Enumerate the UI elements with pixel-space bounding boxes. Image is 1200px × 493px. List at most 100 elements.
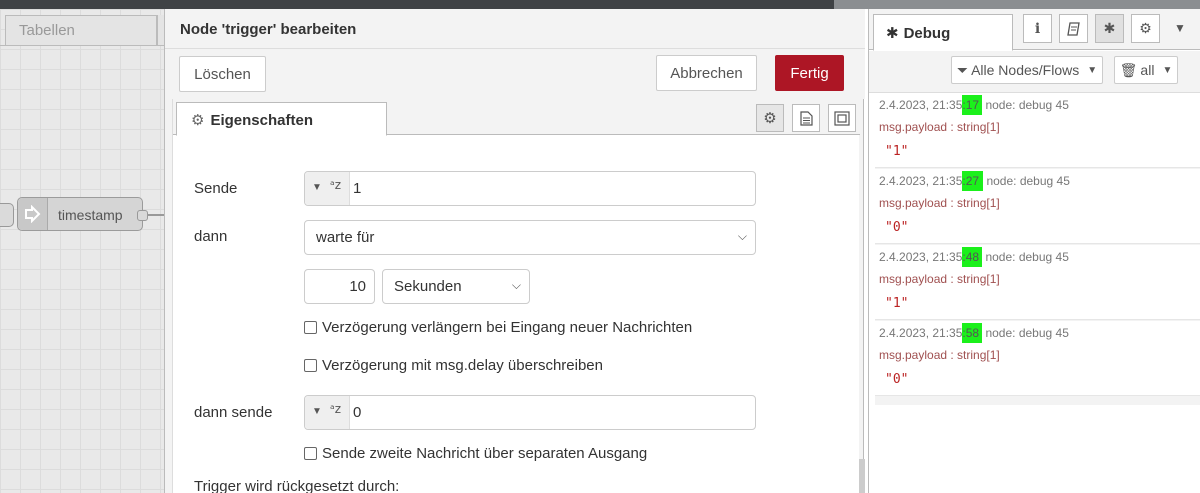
node-label: timestamp — [58, 207, 123, 223]
inject-arrow-icon — [18, 198, 48, 230]
debug-message[interactable]: 2.4.2023, 21:35:48 node: debug 45 msg.pa… — [875, 245, 1200, 320]
then-send-value-input[interactable]: ▼ ᵃz 0 — [304, 395, 756, 430]
debug-message-list: 2.4.2023, 21:35:17 node: debug 45 msg.pa… — [875, 93, 1200, 405]
checkbox-box[interactable] — [304, 321, 317, 334]
settings-gear-icon[interactable]: ⚙ — [756, 104, 784, 132]
debug-sidebar: ✱ Debug i ✱ ⚙ ▼ ⏷ Alle Nodes/Flows ▼ 🗑 al… — [868, 9, 1200, 493]
caret-down-icon: ▼ — [312, 406, 322, 417]
message-node-link[interactable]: node: debug 45 — [986, 174, 1069, 188]
header-right-area — [834, 0, 1200, 9]
workspace-tab-next[interactable] — [157, 15, 164, 45]
checkbox-box[interactable] — [304, 447, 317, 460]
tray-body: ⚙ Eigenschaften ⚙ Sende ▼ ᵃz 1 dann warte … — [172, 99, 860, 493]
tab-properties-label: Eigenschaften — [210, 112, 313, 129]
send-value: 1 — [353, 180, 362, 197]
debug-message[interactable]: 2.4.2023, 21:35:17 node: debug 45 msg.pa… — [875, 93, 1200, 168]
reset-label: Trigger wird rückgesetzt durch: — [194, 478, 400, 493]
upstream-node[interactable] — [0, 203, 14, 227]
message-timestamp: 2.4.2023, 21:35 — [879, 98, 963, 112]
then-select[interactable]: warte für ⌵ — [304, 220, 756, 255]
bug-icon: ✱ — [886, 25, 899, 42]
message-path[interactable]: msg.payload : string[1] — [879, 196, 1000, 210]
flow-workspace[interactable]: Tabellen timestamp — [0, 9, 164, 493]
message-payload: "1" — [885, 144, 909, 159]
debug-bug-icon[interactable]: ✱ — [1095, 14, 1124, 43]
timestamp-seconds-highlight: :58 — [962, 323, 983, 343]
tab-properties[interactable]: ⚙ Eigenschaften — [176, 102, 387, 136]
duration-unit-value: Sekunden — [394, 278, 462, 295]
cancel-button[interactable]: Abbrechen — [656, 55, 757, 91]
message-node-link[interactable]: node: debug 45 — [985, 326, 1068, 340]
delete-button[interactable]: Löschen — [179, 56, 266, 92]
second-output-label: Sende zweite Nachricht über separaten Au… — [322, 445, 648, 462]
checkbox-box[interactable] — [304, 359, 317, 372]
caret-down-icon: ▼ — [1087, 64, 1098, 76]
message-path[interactable]: msg.payload : string[1] — [879, 272, 1000, 286]
message-node-link[interactable]: node: debug 45 — [985, 98, 1068, 112]
then-send-value: 0 — [353, 404, 362, 421]
tab-debug-label: Debug — [903, 25, 951, 42]
filter-nodes-dropdown[interactable]: ⏷ Alle Nodes/Flows ▼ — [951, 56, 1103, 84]
chevron-down-icon: ⌵ — [737, 229, 747, 243]
timestamp-seconds-highlight: :27 — [962, 171, 984, 191]
timestamp-seconds-highlight: :48 — [962, 247, 983, 267]
info-icon[interactable]: i — [1023, 14, 1052, 43]
type-selector[interactable]: ▼ ᵃz — [305, 172, 350, 205]
message-path[interactable]: msg.payload : string[1] — [879, 120, 1000, 134]
string-type-icon: ᵃz — [330, 402, 341, 416]
appearance-frame-icon[interactable] — [828, 104, 856, 132]
chevron-down-icon: ⌵ — [511, 278, 521, 292]
then-send-label: dann sende — [194, 404, 273, 421]
extend-delay-label: Verzögerung verlängern bei Eingang neuer… — [322, 319, 693, 336]
gear-icon: ⚙ — [191, 112, 205, 129]
override-delay-checkbox[interactable]: Verzögerung mit msg.delay überschreiben — [304, 357, 603, 374]
workspace-tab-label: Tabellen — [19, 22, 75, 39]
message-timestamp: 2.4.2023, 21:35 — [879, 174, 963, 188]
trash-icon: 🗑 — [1119, 61, 1138, 78]
book-icon[interactable] — [1059, 14, 1088, 43]
string-type-icon: ᵃz — [330, 178, 341, 192]
duration-input[interactable]: 10 — [304, 269, 375, 304]
debug-message[interactable]: 2.4.2023, 21:35:58 node: debug 45 msg.pa… — [875, 321, 1200, 396]
node-edit-tray: Node 'trigger' bearbeiten Löschen Abbrec… — [164, 9, 865, 493]
filter-label: Alle Nodes/Flows — [971, 62, 1080, 78]
properties-tabbar: ⚙ Eigenschaften ⚙ — [173, 99, 860, 136]
sidebar-menu-caret-icon[interactable]: ▼ — [1174, 21, 1186, 35]
top-header-bar — [0, 0, 1200, 9]
node-wire — [147, 214, 164, 216]
send-label: Sende — [194, 180, 238, 197]
message-meta: 2.4.2023, 21:35:27 node: debug 45 — [879, 171, 1070, 191]
clear-label: all — [1140, 62, 1155, 78]
send-value-input[interactable]: ▼ ᵃz 1 — [304, 171, 756, 206]
description-document-icon[interactable] — [792, 104, 820, 132]
override-delay-label: Verzögerung mit msg.delay überschreiben — [322, 357, 603, 374]
extend-delay-checkbox[interactable]: Verzögerung verlängern bei Eingang neuer… — [304, 319, 692, 336]
timestamp-node[interactable]: timestamp — [17, 197, 143, 231]
caret-down-icon: ▼ — [312, 182, 322, 193]
workspace-tabbar-divider — [0, 45, 164, 46]
sidebar-tabbar: ✱ Debug i ✱ ⚙ ▼ — [869, 9, 1200, 51]
message-node-link[interactable]: node: debug 45 — [985, 250, 1068, 264]
message-meta: 2.4.2023, 21:35:48 node: debug 45 — [879, 247, 1069, 267]
second-output-checkbox[interactable]: Sende zweite Nachricht über separaten Au… — [304, 445, 647, 462]
done-button[interactable]: Fertig — [775, 55, 844, 91]
debug-toolbar: ⏷ Alle Nodes/Flows ▼ 🗑 all ▼ — [869, 51, 1200, 93]
message-path[interactable]: msg.payload : string[1] — [879, 348, 1000, 362]
caret-down-icon: ▼ — [1162, 64, 1173, 76]
message-payload: "1" — [885, 296, 909, 311]
settings-gear-icon[interactable]: ⚙ — [1131, 14, 1160, 43]
tray-title: Node 'trigger' bearbeiten — [180, 21, 357, 38]
workspace-tab[interactable]: Tabellen — [5, 15, 157, 45]
tray-resize-handle[interactable] — [859, 459, 865, 493]
message-timestamp: 2.4.2023, 21:35 — [879, 326, 963, 340]
tab-debug[interactable]: ✱ Debug — [873, 14, 1013, 51]
message-meta: 2.4.2023, 21:35:17 node: debug 45 — [879, 95, 1069, 115]
clear-messages-dropdown[interactable]: 🗑 all ▼ — [1114, 56, 1178, 84]
duration-unit-select[interactable]: Sekunden ⌵ — [382, 269, 530, 304]
type-selector[interactable]: ▼ ᵃz — [305, 396, 350, 429]
filter-icon: ⏷ — [956, 61, 969, 78]
message-timestamp: 2.4.2023, 21:35 — [879, 250, 963, 264]
debug-message[interactable]: 2.4.2023, 21:35:27 node: debug 45 msg.pa… — [875, 169, 1200, 244]
then-label: dann — [194, 228, 228, 245]
tray-header: Node 'trigger' bearbeiten — [165, 9, 865, 49]
